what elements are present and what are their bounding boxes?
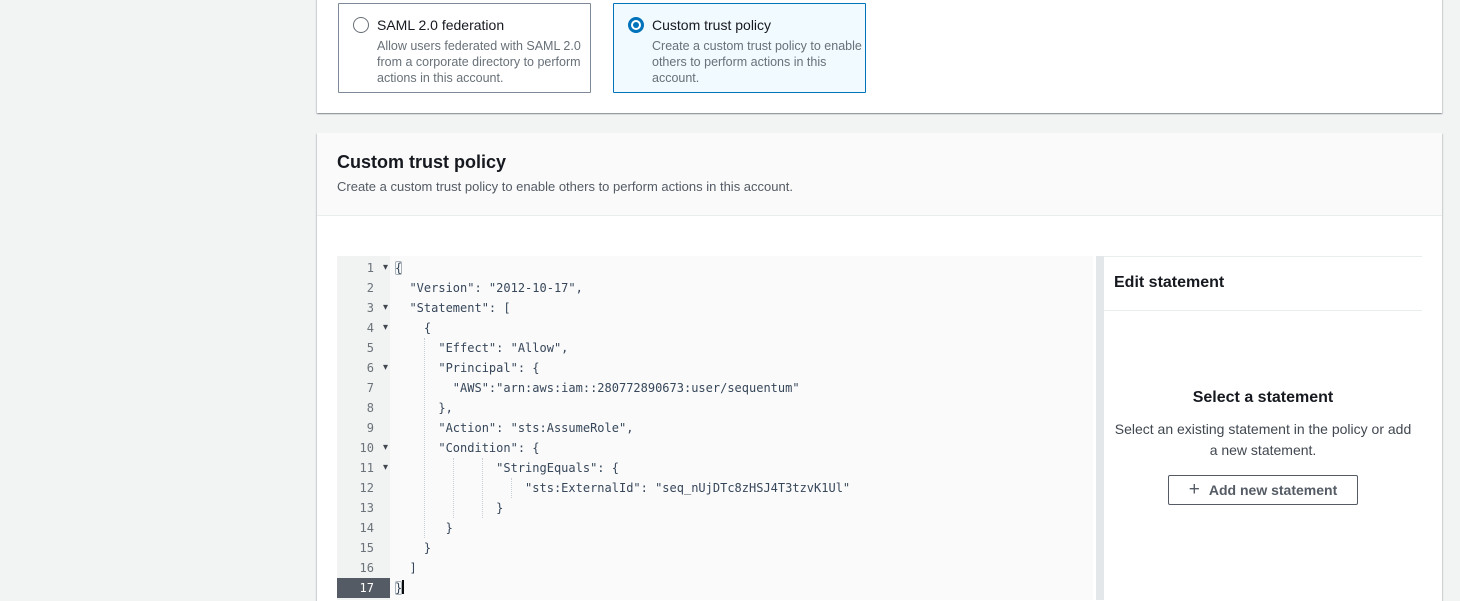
entity-tile-row: SAML 2.0 federation Allow users federate…: [338, 3, 866, 93]
editor-line[interactable]: 8 },: [337, 398, 1093, 418]
section-header: Custom trust policy Create a custom trus…: [317, 133, 1442, 216]
fold-arrow-icon[interactable]: ▾: [383, 298, 388, 318]
code-text: "Version": "2012-10-17",: [390, 278, 1093, 298]
fold-arrow-icon[interactable]: ▾: [383, 458, 388, 478]
code-text: {: [390, 318, 1093, 338]
editor-line[interactable]: 2 "Version": "2012-10-17",: [337, 278, 1093, 298]
edit-statement-panel: Edit statement Select a statement Select…: [1104, 256, 1422, 600]
line-number[interactable]: 2: [337, 278, 390, 298]
add-new-statement-button[interactable]: + Add new statement: [1168, 475, 1358, 505]
editor-line[interactable]: 12 "sts:ExternalId": "seq_nUjDTc8zHSJ4T3…: [337, 478, 1093, 498]
code-text: "sts:ExternalId": "seq_nUjDTc8zHSJ4T3tzv…: [390, 478, 1093, 498]
code-text: "Action": "sts:AssumeRole",: [390, 418, 1093, 438]
statement-empty-state: Select a statement Select an existing st…: [1104, 311, 1422, 505]
radio-card-description: Create a custom trust policy to enable o…: [652, 38, 862, 86]
line-number[interactable]: 13: [337, 498, 390, 518]
radio-card-title: SAML 2.0 federation: [377, 17, 504, 33]
trusted-entity-section: SAML 2.0 federation Allow users federate…: [317, 0, 1442, 113]
section-title: Custom trust policy: [337, 152, 1422, 173]
radio-card-saml-federation[interactable]: SAML 2.0 federation Allow users federate…: [338, 3, 591, 93]
code-text: }: [390, 518, 1093, 538]
code-text: "Statement": [: [390, 298, 1093, 318]
editor-line[interactable]: 16 ]: [337, 558, 1093, 578]
editor-line[interactable]: 7 "AWS":"arn:aws:iam::280772890673:user/…: [337, 378, 1093, 398]
radio-button-saml[interactable]: [353, 17, 369, 33]
line-number[interactable]: 16: [337, 558, 390, 578]
editor-scrollbar[interactable]: [1096, 256, 1104, 600]
line-number[interactable]: 4▾: [337, 318, 390, 338]
add-new-statement-label: Add new statement: [1209, 482, 1337, 498]
editor-line[interactable]: 14 }: [337, 518, 1093, 538]
empty-state-text: Select an existing statement in the poli…: [1113, 419, 1413, 461]
editor-line[interactable]: 10▾ "Condition": {: [337, 438, 1093, 458]
line-number[interactable]: 10▾: [337, 438, 390, 458]
line-number[interactable]: 15: [337, 538, 390, 558]
code-text: ]: [390, 558, 1093, 578]
fold-arrow-icon[interactable]: ▾: [383, 438, 388, 458]
code-text: "StringEquals": {: [390, 458, 1093, 478]
code-text: "AWS":"arn:aws:iam::280772890673:user/se…: [390, 378, 1093, 398]
line-number[interactable]: 5: [337, 338, 390, 358]
radio-card-description: Allow users federated with SAML 2.0 from…: [377, 38, 587, 86]
editor-line[interactable]: 17}: [337, 578, 1093, 598]
line-number[interactable]: 14: [337, 518, 390, 538]
section-content: 1▾{2 "Version": "2012-10-17",3▾ "Stateme…: [317, 216, 1442, 600]
editor-line[interactable]: 3▾ "Statement": [: [337, 298, 1093, 318]
line-number[interactable]: 7: [337, 378, 390, 398]
page: SAML 2.0 federation Allow users federate…: [0, 0, 1460, 601]
empty-state-title: Select a statement: [1104, 389, 1422, 407]
radio-button-custom-selected[interactable]: [628, 17, 644, 33]
code-text: "Effect": "Allow",: [390, 338, 1093, 358]
code-text: }: [390, 578, 1093, 598]
line-number[interactable]: 17: [337, 578, 390, 598]
line-number[interactable]: 11▾: [337, 458, 390, 478]
editor-line[interactable]: 11▾ "StringEquals": {: [337, 458, 1093, 478]
code-lines: 1▾{2 "Version": "2012-10-17",3▾ "Stateme…: [337, 258, 1093, 598]
code-text: },: [390, 398, 1093, 418]
editor-line[interactable]: 9 "Action": "sts:AssumeRole",: [337, 418, 1093, 438]
custom-trust-policy-section: Custom trust policy Create a custom trus…: [317, 133, 1442, 601]
line-number[interactable]: 12: [337, 478, 390, 498]
radio-card-custom-trust-policy[interactable]: Custom trust policy Create a custom trus…: [613, 3, 866, 93]
code-text: {: [390, 258, 1093, 278]
code-text: "Condition": {: [390, 438, 1093, 458]
fold-arrow-icon[interactable]: ▾: [383, 318, 388, 338]
plus-icon: +: [1189, 480, 1200, 499]
line-number[interactable]: 9: [337, 418, 390, 438]
policy-code-editor[interactable]: 1▾{2 "Version": "2012-10-17",3▾ "Stateme…: [337, 256, 1093, 600]
text-cursor: [402, 580, 404, 594]
fold-arrow-icon[interactable]: ▾: [383, 258, 388, 278]
editor-line[interactable]: 1▾{: [337, 258, 1093, 278]
fold-arrow-icon[interactable]: ▾: [383, 358, 388, 378]
section-description: Create a custom trust policy to enable o…: [337, 179, 1422, 194]
radio-card-title: Custom trust policy: [652, 17, 771, 33]
editor-line[interactable]: 5 "Effect": "Allow",: [337, 338, 1093, 358]
editor-line[interactable]: 6▾ "Principal": {: [337, 358, 1093, 378]
line-number[interactable]: 1▾: [337, 258, 390, 278]
panel-title: Edit statement: [1104, 257, 1422, 311]
line-number[interactable]: 8: [337, 398, 390, 418]
editor-line[interactable]: 13 }: [337, 498, 1093, 518]
code-text: }: [390, 538, 1093, 558]
line-number[interactable]: 3▾: [337, 298, 390, 318]
editor-line[interactable]: 4▾ {: [337, 318, 1093, 338]
code-text: }: [390, 498, 1093, 518]
code-text: "Principal": {: [390, 358, 1093, 378]
editor-line[interactable]: 15 }: [337, 538, 1093, 558]
line-number[interactable]: 6▾: [337, 358, 390, 378]
